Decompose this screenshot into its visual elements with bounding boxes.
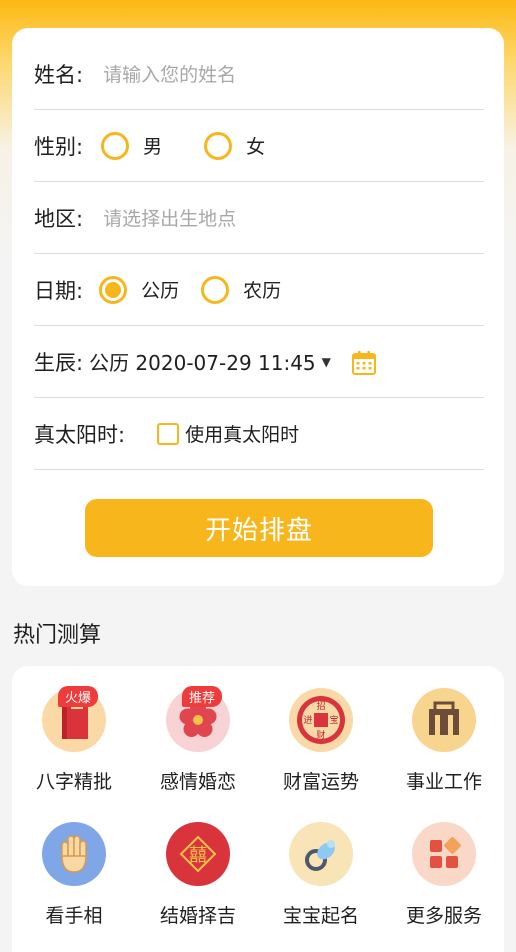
region-select[interactable]: 请选择出生地点	[103, 204, 236, 231]
gender-male-label: 男	[143, 136, 163, 158]
date-lunar-label: 农历	[243, 280, 282, 302]
service-name: 看手相	[45, 905, 103, 927]
solar-time-checkbox[interactable]	[157, 422, 180, 445]
coin-char-right: 宝	[329, 714, 338, 726]
badge-hot: 火爆	[58, 686, 99, 707]
solar-time-label: 真太阳时:	[34, 422, 126, 447]
badge-recommend: 推荐	[182, 686, 223, 707]
service-item-career[interactable]: 事业工作	[384, 688, 504, 794]
hot-services-grid: 火爆 八字精批 推荐 感情婚恋 招 进 宝 财 财富运势 事业工作 看手相 囍 …	[12, 666, 504, 952]
service-item-baby-name[interactable]: 宝宝起名	[261, 822, 381, 928]
date-row: 日期: 公历 农历	[34, 254, 484, 326]
pacifier-icon	[289, 822, 353, 886]
birth-info-card: 姓名: 请输入您的姓名 性别: 男 女 地区: 请选择出生地点 日期: 公历 农…	[12, 28, 504, 586]
service-name: 宝宝起名	[282, 905, 359, 927]
dropdown-arrow-icon[interactable]: ▼	[322, 355, 331, 369]
service-item-love[interactable]: 推荐 感情婚恋	[138, 686, 258, 794]
region-label: 地区:	[34, 206, 84, 231]
coin-char-top: 招	[316, 700, 325, 712]
gender-female-label: 女	[246, 136, 266, 158]
name-label: 姓名:	[34, 62, 84, 87]
date-solar-label: 公历	[141, 280, 180, 302]
date-option-lunar[interactable]: 农历	[201, 275, 282, 304]
more-grid-icon	[412, 822, 476, 886]
service-item-more[interactable]: 更多服务	[384, 822, 504, 928]
region-row: 地区: 请选择出生地点	[34, 182, 484, 254]
service-name: 更多服务	[405, 905, 482, 927]
gender-label: 性别:	[34, 134, 84, 159]
name-row: 姓名: 请输入您的姓名	[34, 38, 484, 110]
gender-row: 性别: 男 女	[34, 110, 484, 182]
service-item-palm[interactable]: 看手相	[14, 822, 134, 928]
calendar-icon[interactable]	[351, 350, 376, 375]
radio-selected-icon[interactable]	[99, 275, 128, 304]
double-happiness-icon: 囍	[166, 822, 230, 886]
section-title: 热门测算	[13, 623, 102, 648]
service-item-wealth[interactable]: 招 进 宝 财 财富运势	[261, 688, 381, 794]
coin-icon: 招 进 宝 财	[289, 688, 353, 752]
palm-icon	[42, 822, 106, 886]
solar-time-checkbox-label[interactable]: 使用真太阳时	[185, 420, 299, 447]
start-button[interactable]: 开始排盘	[85, 499, 433, 557]
service-item-wedding[interactable]: 囍 结婚择吉	[138, 822, 258, 928]
happiness-glyph: 囍	[189, 845, 207, 866]
gender-option-female[interactable]: 女	[204, 131, 266, 160]
radio-icon[interactable]	[204, 131, 233, 160]
birth-time-row: 生辰: 公历 2020-07-29 11:45 ▼	[34, 326, 484, 398]
service-name: 财富运势	[282, 771, 359, 793]
gender-option-male[interactable]: 男	[101, 131, 163, 160]
solar-time-row: 真太阳时: 使用真太阳时	[34, 398, 484, 470]
briefcase-icon	[412, 688, 476, 752]
date-label: 日期:	[34, 278, 84, 303]
name-input[interactable]: 请输入您的姓名	[103, 60, 236, 87]
service-name: 结婚择吉	[159, 905, 236, 927]
birth-time-label: 生辰:	[34, 350, 84, 375]
birth-time-select[interactable]: 公历 2020-07-29 11:45	[89, 347, 316, 376]
service-item-bazi[interactable]: 火爆 八字精批	[14, 686, 134, 794]
service-name: 八字精批	[35, 771, 112, 793]
radio-icon[interactable]	[201, 275, 230, 304]
service-name: 感情婚恋	[159, 771, 236, 793]
service-name: 事业工作	[405, 771, 482, 793]
coin-char-bottom: 财	[316, 729, 325, 741]
coin-char-left: 进	[303, 715, 312, 726]
date-option-solar[interactable]: 公历	[99, 275, 180, 304]
radio-icon[interactable]	[101, 131, 130, 160]
